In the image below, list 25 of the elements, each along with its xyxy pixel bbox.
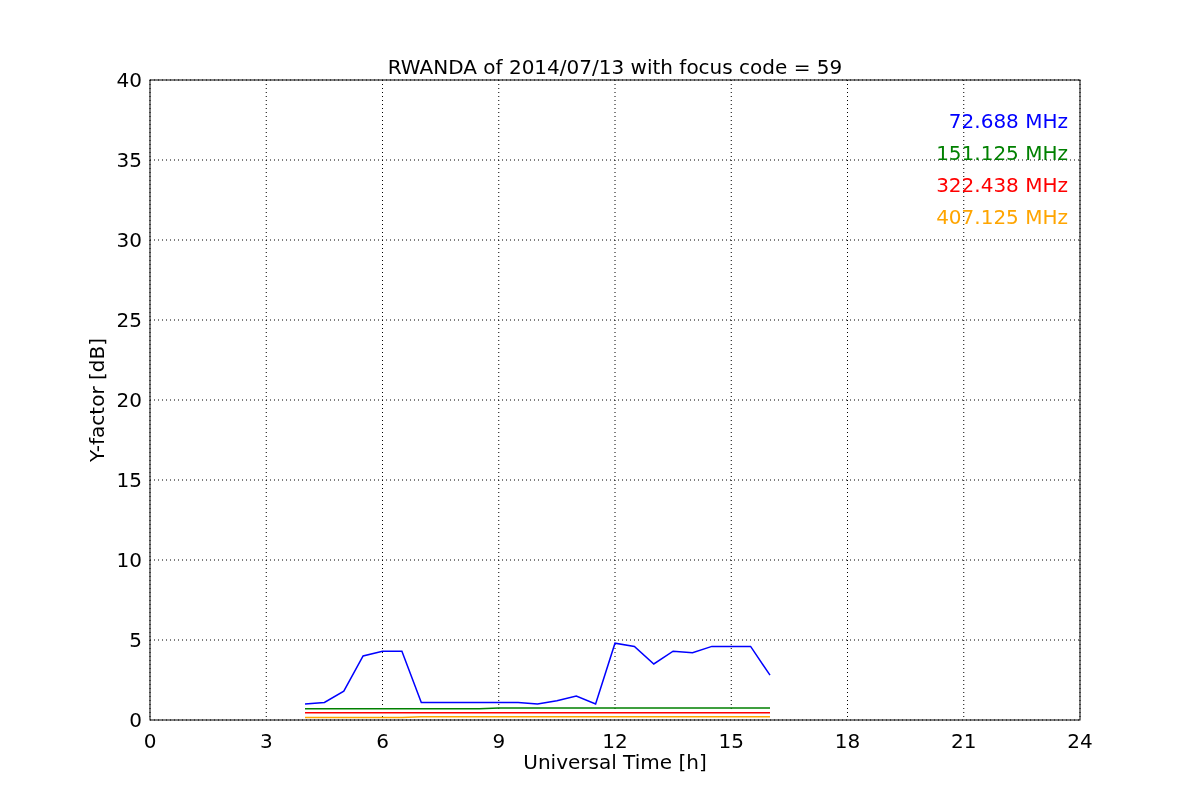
series-label: 72.688 MHz bbox=[948, 109, 1068, 133]
y-axis-label: Y-factor [dB] bbox=[85, 338, 109, 462]
y-tick-label: 35 bbox=[116, 148, 142, 172]
x-tick-label: 12 bbox=[602, 729, 628, 753]
x-tick-label: 0 bbox=[143, 729, 157, 753]
x-tick-label: 3 bbox=[259, 729, 273, 753]
series-label: 151.125 MHz bbox=[936, 141, 1068, 165]
x-tick-label: 24 bbox=[1067, 729, 1093, 753]
x-tick-label: 6 bbox=[376, 729, 389, 753]
x-tick-label: 9 bbox=[492, 729, 506, 753]
x-tick-label: 18 bbox=[834, 729, 861, 753]
y-tick-label: 10 bbox=[116, 548, 142, 572]
y-tick-label: 30 bbox=[116, 228, 142, 252]
series-label: 407.125 MHz bbox=[936, 205, 1068, 229]
series-label: 322.438 MHz bbox=[936, 173, 1068, 197]
y-tick-label: 15 bbox=[116, 468, 142, 492]
x-axis-label: Universal Time [h] bbox=[523, 750, 707, 774]
y-tick-label: 0 bbox=[129, 708, 142, 732]
y-tick-label: 5 bbox=[129, 628, 142, 652]
chart-title: RWANDA of 2014/07/13 with focus code = 59 bbox=[387, 55, 843, 79]
y-tick-label: 20 bbox=[116, 388, 142, 412]
y-tick-label: 40 bbox=[116, 68, 142, 92]
y-tick-label: 25 bbox=[116, 308, 142, 332]
x-tick-label: 15 bbox=[718, 729, 744, 753]
x-tick-label: 21 bbox=[951, 729, 977, 753]
